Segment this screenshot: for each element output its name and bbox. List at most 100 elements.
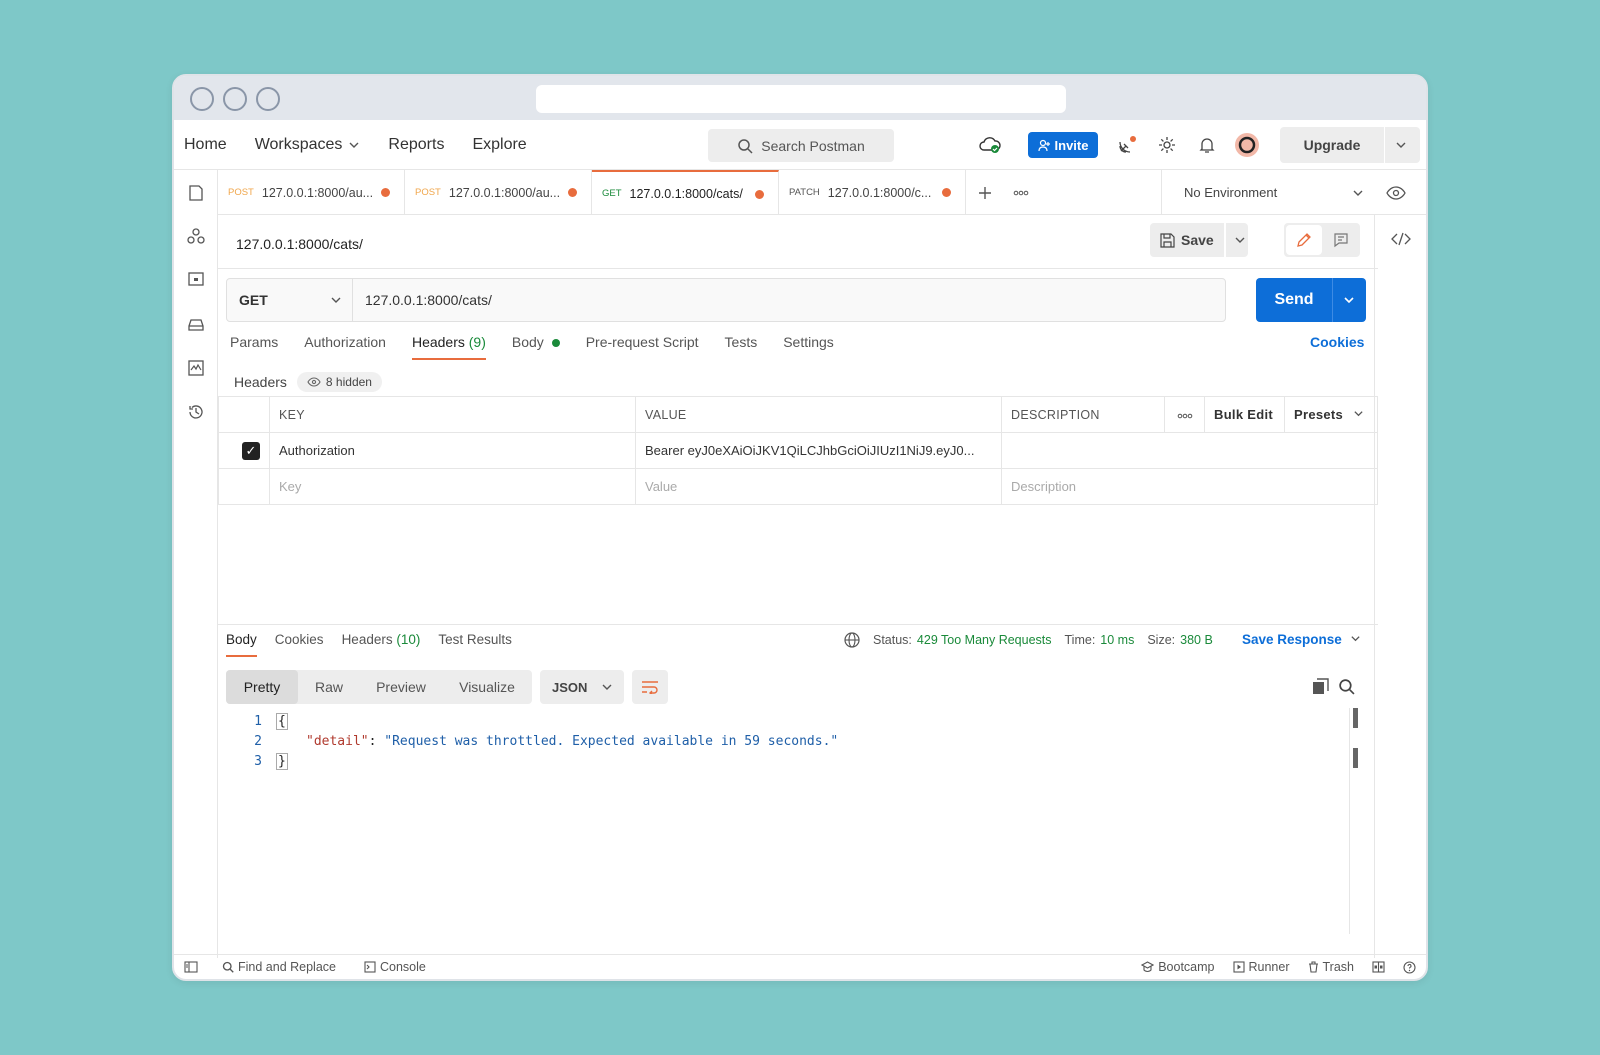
new-description-input[interactable]: Description: [1001, 468, 1378, 505]
two-pane-icon: [1372, 961, 1385, 973]
response-tab-body[interactable]: Body: [226, 632, 257, 657]
tab-prerequest-script[interactable]: Pre-request Script: [586, 334, 699, 360]
url-input[interactable]: 127.0.0.1:8000/cats/: [353, 279, 1225, 321]
window-maximize-button[interactable]: [256, 87, 280, 111]
save-response-button[interactable]: Save Response: [1242, 632, 1361, 647]
nav-home[interactable]: Home: [184, 136, 227, 154]
nav-workspaces[interactable]: Workspaces: [255, 136, 361, 154]
search-response-button[interactable]: [1334, 674, 1358, 698]
nav-explore[interactable]: Explore: [472, 136, 526, 154]
address-bar[interactable]: [536, 85, 1066, 113]
tab-authorization[interactable]: Authorization: [304, 334, 386, 360]
tab-method: PATCH: [789, 187, 820, 198]
environment-quick-look-button[interactable]: [1382, 180, 1410, 206]
line-number: 3: [254, 754, 262, 769]
globe-icon[interactable]: [844, 632, 860, 648]
tab-headers[interactable]: Headers (9): [411, 334, 486, 360]
response-headers-count: (10): [396, 632, 421, 647]
trash-button[interactable]: Trash: [1308, 960, 1354, 974]
sync-status-button[interactable]: [974, 130, 1006, 160]
new-value-input[interactable]: Value: [635, 468, 1002, 505]
header-value-cell[interactable]: Bearer eyJ0eXAiOiJKV1QiLCJhbGciOiJIUzI1N…: [635, 432, 1002, 469]
tab-body[interactable]: Body: [512, 334, 560, 360]
bootcamp-button[interactable]: Bootcamp: [1141, 960, 1215, 974]
mock-servers-icon[interactable]: [186, 314, 206, 334]
divider: [218, 268, 1378, 269]
eye-icon: [1386, 186, 1406, 200]
code-line: 2 "detail": "Request was throttled. Expec…: [234, 732, 838, 752]
format-select[interactable]: JSON: [540, 670, 624, 704]
chevron-down-icon[interactable]: [1343, 294, 1355, 306]
nav-reports[interactable]: Reports: [388, 136, 444, 154]
request-tab-1[interactable]: POST 127.0.0.1:8000/au...: [218, 170, 405, 215]
documentation-mode-button[interactable]: [1324, 225, 1358, 255]
save-button[interactable]: Save: [1150, 223, 1248, 257]
edit-mode-button[interactable]: [1286, 225, 1322, 255]
request-tab-4[interactable]: PATCH 127.0.0.1:8000/c...: [779, 170, 966, 215]
invite-button[interactable]: Invite: [1028, 132, 1098, 158]
history-icon[interactable]: [186, 402, 206, 422]
tab-tests[interactable]: Tests: [725, 334, 758, 360]
chevron-down-icon[interactable]: [1395, 139, 1407, 151]
response-body-editor[interactable]: 1{ 2 "detail": "Request was throttled. Ex…: [234, 712, 838, 772]
tab-params[interactable]: Params: [230, 334, 278, 360]
collections-icon[interactable]: [186, 183, 206, 203]
upgrade-button[interactable]: Upgrade: [1280, 127, 1420, 163]
code-snippet-button[interactable]: [1389, 227, 1413, 251]
satellite-button[interactable]: [1114, 132, 1140, 158]
help-button[interactable]: [1403, 960, 1416, 974]
tab-url: 127.0.0.1:8000/c...: [827, 185, 932, 200]
bulk-edit-button[interactable]: Bulk Edit: [1204, 396, 1285, 433]
wrap-lines-button[interactable]: [632, 670, 668, 704]
view-pretty[interactable]: Pretty: [226, 670, 298, 704]
send-button[interactable]: Send: [1256, 278, 1366, 322]
request-tab-3-active[interactable]: GET 127.0.0.1:8000/cats/: [592, 170, 779, 215]
column-options-button[interactable]: [1164, 396, 1205, 433]
size-value[interactable]: 380 B: [1180, 633, 1213, 647]
console-button[interactable]: Console: [364, 960, 426, 974]
monitors-icon[interactable]: [186, 358, 206, 378]
request-tab-2[interactable]: POST 127.0.0.1:8000/au...: [405, 170, 592, 215]
response-tabs: Body Cookies Headers (10) Test Results: [226, 632, 530, 657]
send-label: Send: [1274, 291, 1314, 308]
editor-scrollbar[interactable]: [1353, 708, 1358, 780]
chevron-down-icon[interactable]: [1234, 234, 1246, 246]
header-enabled-checkbox[interactable]: ✓: [242, 441, 260, 460]
environment-selector[interactable]: No Environment: [1161, 170, 1376, 215]
cookies-link[interactable]: Cookies: [1310, 334, 1364, 350]
avatar[interactable]: [1232, 130, 1262, 160]
response-tab-headers[interactable]: Headers (10): [342, 632, 421, 657]
apis-icon[interactable]: [186, 226, 206, 246]
presets-dropdown[interactable]: Presets: [1284, 396, 1378, 433]
time-value[interactable]: 10 ms: [1100, 633, 1134, 647]
response-tab-cookies[interactable]: Cookies: [275, 632, 324, 657]
new-key-input[interactable]: Key: [269, 468, 636, 505]
view-preview[interactable]: Preview: [360, 670, 442, 704]
method-select[interactable]: GET: [227, 279, 353, 321]
tab-settings[interactable]: Settings: [783, 334, 834, 360]
header-key-cell[interactable]: Authorization: [269, 432, 636, 469]
notifications-button[interactable]: [1194, 132, 1220, 158]
settings-button[interactable]: [1154, 132, 1180, 158]
find-replace-button[interactable]: Find and Replace: [222, 960, 336, 974]
view-raw[interactable]: Raw: [298, 670, 360, 704]
environments-icon[interactable]: [186, 270, 206, 290]
headers-subheader: Headers 8 hidden: [234, 372, 382, 392]
response-divider[interactable]: [218, 624, 1378, 625]
request-title[interactable]: 127.0.0.1:8000/cats/: [236, 236, 363, 252]
hidden-headers-toggle[interactable]: 8 hidden: [296, 372, 382, 392]
tab-options-button[interactable]: [1008, 180, 1034, 206]
search-postman[interactable]: Search Postman: [708, 129, 894, 162]
status-value[interactable]: 429 Too Many Requests: [917, 633, 1052, 647]
window-close-button[interactable]: [190, 87, 214, 111]
runner-button[interactable]: Runner: [1232, 960, 1290, 974]
header-description-cell[interactable]: [1001, 432, 1378, 469]
toggle-sidebar-button[interactable]: [184, 961, 198, 973]
view-visualize[interactable]: Visualize: [442, 670, 532, 704]
response-tab-test-results[interactable]: Test Results: [438, 632, 512, 657]
window-minimize-button[interactable]: [223, 87, 247, 111]
copy-response-button[interactable]: [1308, 674, 1332, 698]
two-pane-toggle-button[interactable]: [1372, 961, 1385, 973]
new-tab-button[interactable]: [972, 180, 998, 206]
empty-checkbox-cell: [218, 468, 270, 505]
